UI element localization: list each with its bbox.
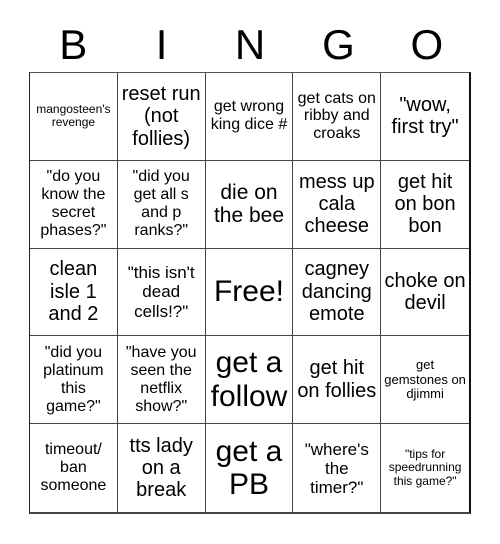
bingo-cell[interactable]: die on the bee [205, 160, 294, 249]
bingo-cell[interactable]: "have you seen the netflix show?" [117, 336, 206, 425]
header-letter-n: N [234, 21, 266, 68]
bingo-grid: mangosteen's revenge reset run (not foll… [29, 72, 471, 514]
bingo-cell[interactable]: timeout/ ban someone [30, 424, 118, 512]
bingo-cell[interactable]: "wow, first try" [381, 73, 469, 161]
bingo-cell[interactable]: choke on devil [381, 249, 469, 337]
bingo-cell[interactable]: get cats on ribby and croaks [293, 73, 382, 161]
bingo-cell[interactable]: get a follow [205, 336, 294, 425]
bingo-cell[interactable]: "this isn't dead cells!?" [117, 248, 206, 337]
bingo-cell[interactable]: mangosteen's revenge [30, 73, 118, 161]
bingo-cell[interactable]: tts lady on a break [118, 424, 206, 512]
free-space-cell[interactable]: Free! [205, 248, 294, 337]
bingo-cell[interactable]: reset run (not follies) [117, 73, 206, 161]
bingo-cell[interactable]: "did you get all s and p ranks?" [117, 160, 206, 249]
bingo-cell[interactable]: get gemstones on djimmi [381, 336, 469, 425]
bingo-cell[interactable]: get hit on follies [293, 336, 382, 425]
bingo-cell[interactable]: get hit on bon bon [381, 161, 469, 249]
bingo-header: B I N G O [29, 18, 471, 72]
bingo-cell[interactable]: cagney dancing emote [293, 248, 382, 337]
bingo-cell[interactable]: mess up cala cheese [293, 160, 382, 249]
bingo-cell[interactable]: "did you platinum this game?" [30, 336, 118, 425]
bingo-cell[interactable]: "where's the timer?" [293, 424, 382, 512]
bingo-cell[interactable]: get wrong king dice # [205, 73, 294, 161]
bingo-cell[interactable]: "do you know the secret phases?" [30, 160, 118, 249]
bingo-cell[interactable]: clean isle 1 and 2 [30, 248, 118, 337]
bingo-cell[interactable]: get a PB [206, 424, 294, 512]
header-letter-b: B [59, 21, 88, 68]
bingo-cell[interactable]: "tips for speedrunning this game?" [381, 424, 469, 512]
header-letter-g: G [322, 21, 355, 68]
header-letter-i: I [155, 21, 168, 68]
header-letter-o: O [410, 21, 444, 68]
